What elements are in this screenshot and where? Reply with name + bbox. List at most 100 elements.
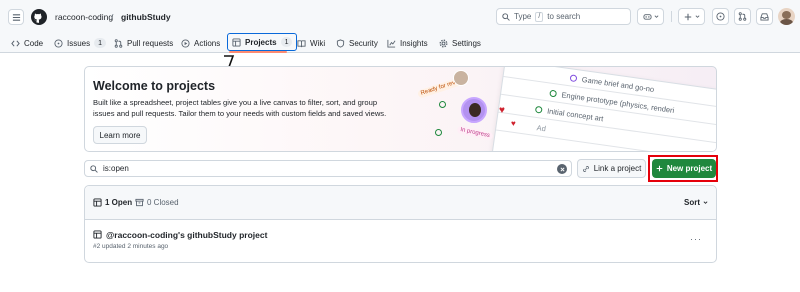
- search-placeholder-prefix: Type: [514, 12, 532, 21]
- tab-wiki[interactable]: Wiki: [297, 35, 325, 51]
- table-icon: [93, 198, 102, 207]
- tab-issues-count: 1: [94, 38, 107, 48]
- link-project-label: Link a project: [593, 164, 642, 173]
- archive-icon: [135, 198, 144, 207]
- closed-count-label: 0 Closed: [147, 198, 179, 207]
- status-icon: [549, 89, 558, 98]
- play-icon: [181, 38, 190, 48]
- projects-list-header: 1 Open 0 Closed Sort: [85, 186, 716, 220]
- illustration-add: Ad: [536, 123, 547, 134]
- hamburger-menu-button[interactable]: [8, 9, 24, 25]
- heart-icon: ♥: [511, 119, 516, 128]
- status-icon: [534, 105, 543, 114]
- more-options-button[interactable]: ···: [690, 234, 702, 244]
- in-progress-tag: In progress: [456, 125, 494, 141]
- tab-projects-label: Projects: [245, 37, 277, 47]
- open-count-label: 1 Open: [105, 198, 133, 207]
- list-item: @raccoon-coding's githubStudy project #2…: [85, 220, 716, 263]
- link-icon: [582, 165, 589, 172]
- tab-wiki-label: Wiki: [310, 38, 326, 48]
- status-icon: [435, 129, 442, 136]
- search-icon: [502, 12, 510, 21]
- tab-security[interactable]: Security: [336, 35, 378, 51]
- code-icon: [11, 39, 20, 47]
- sort-label: Sort: [684, 198, 700, 207]
- tab-pull-requests-label: Pull requests: [127, 38, 174, 48]
- tab-code-label: Code: [24, 38, 44, 48]
- create-new-button[interactable]: [678, 8, 705, 25]
- banner-description: Built like a spreadsheet, project tables…: [93, 98, 387, 118]
- copilot-icon: [642, 14, 652, 20]
- book-icon: [297, 39, 306, 47]
- status-icon: [439, 101, 446, 108]
- avatar-illustration: [453, 70, 469, 86]
- pull-requests-button[interactable]: [734, 8, 751, 25]
- chevron-down-icon: [703, 201, 708, 204]
- illustration-sheet: Game brief and go-no Engine prototype (p…: [489, 67, 716, 151]
- tab-insights-label: Insights: [400, 38, 428, 48]
- closed-filter[interactable]: 0 Closed: [135, 198, 179, 207]
- tab-settings-label: Settings: [452, 38, 481, 48]
- project-meta: #2 updated 2 minutes ago: [93, 243, 169, 250]
- repo-nav: Code Issues 1 Pull requests Actions Proj…: [0, 33, 800, 53]
- issues-button[interactable]: [712, 8, 729, 25]
- chevron-down-icon: [654, 15, 658, 18]
- search-input[interactable]: Type / to search: [496, 8, 631, 25]
- avatar-illustration: [461, 97, 487, 123]
- hamburger-icon: [12, 13, 20, 21]
- banner-title: Welcome to projects: [93, 79, 216, 93]
- selected-tab-underline: [229, 51, 287, 53]
- tab-issues-label: Issues: [67, 38, 91, 48]
- project-title-link[interactable]: @raccoon-coding's githubStudy project: [106, 230, 267, 240]
- issue-icon: [54, 38, 63, 48]
- tab-code[interactable]: Code: [11, 35, 43, 51]
- heart-icon: ♥: [499, 105, 505, 116]
- issue-icon: [716, 12, 725, 21]
- link-project-button[interactable]: Link a project: [577, 159, 646, 178]
- tab-actions[interactable]: Actions: [181, 35, 220, 51]
- learn-more-button[interactable]: Learn more: [93, 126, 147, 144]
- banner-illustration: Game brief and go-no Engine prototype (p…: [415, 67, 716, 151]
- avatar[interactable]: [778, 8, 795, 25]
- search-placeholder-suffix: to search: [547, 12, 581, 21]
- tab-settings[interactable]: Settings: [439, 35, 481, 51]
- close-icon: [559, 166, 565, 172]
- copilot-button[interactable]: [637, 8, 664, 25]
- tab-actions-label: Actions: [194, 38, 221, 48]
- tab-issues[interactable]: Issues 1: [54, 35, 107, 51]
- pull-request-icon: [114, 38, 123, 48]
- top-bar: raccoon-coding / githubStudy Type / to s…: [0, 0, 800, 33]
- tab-projects-count: 1: [280, 37, 293, 47]
- graph-icon: [387, 39, 396, 48]
- repo-link[interactable]: githubStudy: [121, 12, 171, 22]
- new-project-button[interactable]: New project: [652, 159, 716, 178]
- tab-security-label: Security: [349, 38, 378, 48]
- filter-input-value: is:open: [103, 164, 129, 173]
- tab-pull-requests[interactable]: Pull requests: [114, 35, 173, 51]
- clear-filter-button[interactable]: [557, 164, 567, 174]
- sort-dropdown[interactable]: Sort: [684, 198, 708, 207]
- welcome-banner: Welcome to projects Built like a spreads…: [84, 66, 717, 152]
- pull-request-icon: [738, 12, 747, 21]
- search-shortcut-key: /: [535, 11, 544, 22]
- table-icon: [93, 230, 102, 239]
- plus-icon: [656, 165, 663, 172]
- divider: [671, 11, 672, 22]
- inbox-icon: [760, 13, 769, 21]
- owner-link[interactable]: raccoon-coding: [55, 12, 113, 22]
- github-logo-icon[interactable]: [31, 9, 47, 25]
- new-project-label: New project: [666, 164, 713, 173]
- gear-icon: [439, 39, 448, 47]
- path-separator: /: [111, 12, 114, 22]
- tab-insights[interactable]: Insights: [387, 35, 428, 51]
- filter-input[interactable]: is:open: [84, 160, 572, 177]
- status-icon: [569, 74, 578, 83]
- inbox-button[interactable]: [756, 8, 773, 25]
- chevron-down-icon: [695, 15, 699, 18]
- tab-projects[interactable]: Projects 1: [227, 33, 298, 51]
- shield-icon: [336, 38, 345, 48]
- search-icon: [90, 164, 98, 173]
- plus-icon: [684, 13, 691, 20]
- open-filter[interactable]: 1 Open: [93, 198, 132, 207]
- table-icon: [232, 37, 241, 47]
